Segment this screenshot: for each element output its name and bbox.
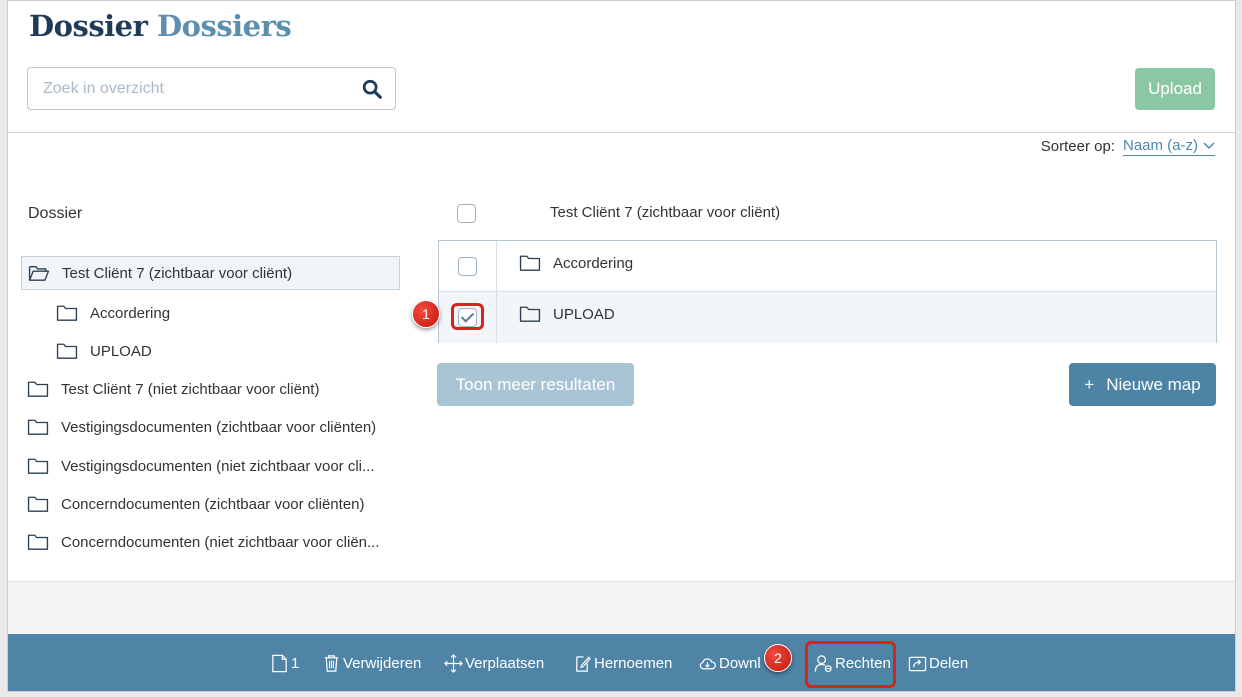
edit-document-icon — [576, 656, 591, 672]
sidebar-item-concern-hidden[interactable]: Concerndocumenten (niet zichtbaar voor c… — [27, 525, 380, 559]
chevron-down-icon — [1203, 141, 1215, 149]
move-label: Verplaatsen — [465, 655, 545, 672]
table-row[interactable]: Accordering — [439, 241, 1216, 292]
folder-icon — [56, 305, 78, 321]
row-name-cell[interactable]: UPLOAD — [519, 305, 615, 323]
rename-label: Hernoemen — [594, 655, 673, 672]
move-button[interactable]: Verplaatsen — [444, 634, 545, 691]
delete-button[interactable]: Verwijderen — [322, 634, 422, 691]
sidebar-item-accordering[interactable]: Accordering — [56, 296, 170, 330]
plus-icon: + — [1084, 374, 1095, 394]
folder-icon — [519, 255, 541, 271]
row-check-cell — [439, 241, 497, 291]
folder-icon — [519, 306, 541, 322]
row-checkbox[interactable] — [458, 257, 477, 276]
new-folder-button[interactable]: + Nieuwe map — [1069, 363, 1216, 406]
select-all-checkbox[interactable] — [457, 204, 476, 223]
row-name-cell[interactable]: Accordering — [519, 254, 633, 272]
sidebar-item-upload[interactable]: UPLOAD — [56, 334, 152, 368]
folder-icon — [27, 419, 49, 435]
folder-icon — [56, 343, 78, 359]
sidebar-item-vestiging-hidden[interactable]: Vestigingsdocumenten (niet zichtbaar voo… — [27, 449, 375, 483]
sidebar-item-test-client-7-visible[interactable]: Test Cliënt 7 (zichtbaar voor cliënt) — [21, 256, 400, 290]
sidebar-heading: Dossier — [28, 205, 83, 222]
row-name: UPLOAD — [553, 305, 615, 323]
new-folder-label: Nieuwe map — [1106, 374, 1201, 394]
annotation-badge-2: 2 — [764, 644, 792, 672]
sidebar-item-label: Test Cliënt 7 (zichtbaar voor cliënt) — [62, 264, 293, 282]
folder-open-icon — [28, 266, 50, 281]
sidebar-item-vestiging-visible[interactable]: Vestigingsdocumenten (zichtbaar voor cli… — [27, 410, 376, 444]
share-icon — [908, 656, 927, 672]
list-header-title: Test Cliënt 7 (zichtbaar voor cliënt) — [550, 204, 781, 221]
cloud-download-icon — [699, 658, 716, 670]
delete-label: Verwijderen — [343, 655, 422, 672]
divider — [8, 132, 1235, 133]
sidebar-item-label: Concerndocumenten (niet zichtbaar voor c… — [61, 533, 380, 551]
page-title-part2: Dossiers — [157, 9, 292, 43]
sidebar-item-label: Concerndocumenten (zichtbaar voor cliënt… — [61, 495, 365, 513]
annotation-highlight-rights — [805, 641, 896, 688]
annotation-highlight-checkbox — [451, 303, 484, 330]
sort-control: Sorteer op: Naam (a-z) — [1041, 137, 1215, 156]
selected-count-value: 1 — [291, 655, 300, 672]
page-title: Dossier Dossiers — [29, 9, 292, 43]
folder-table: Accordering UPLOAD — [438, 240, 1217, 343]
app-window: Dossier Dossiers Upload Sorteer op: Naam… — [7, 0, 1236, 692]
folder-icon — [27, 534, 49, 550]
selected-count: 1 — [270, 634, 300, 691]
search-box — [27, 67, 396, 110]
folder-icon — [27, 458, 49, 474]
folder-icon — [27, 496, 49, 512]
sort-dropdown[interactable]: Naam (a-z) — [1122, 137, 1215, 156]
trash-icon — [324, 655, 339, 672]
sort-label: Sorteer op: — [1040, 138, 1115, 155]
rename-button[interactable]: Hernoemen — [573, 634, 673, 691]
show-more-button[interactable]: Toon meer resultaten — [437, 363, 634, 406]
sidebar-item-label: UPLOAD — [90, 342, 152, 360]
download-label: Downl — [719, 655, 761, 672]
row-name: Accordering — [553, 254, 634, 272]
sidebar-item-label: Test Cliënt 7 (niet zichtbaar voor cliën… — [61, 380, 320, 398]
sort-value: Naam (a-z) — [1122, 137, 1198, 154]
folder-icon — [27, 381, 49, 397]
share-button[interactable]: Delen — [908, 634, 969, 691]
download-button[interactable]: Downl — [698, 634, 761, 691]
sidebar-item-test-client-7-hidden[interactable]: Test Cliënt 7 (niet zichtbaar voor cliën… — [27, 372, 319, 406]
page-title-part1: Dossier — [29, 9, 148, 43]
sidebar-item-label: Vestigingsdocumenten (niet zichtbaar voo… — [61, 457, 375, 475]
table-row[interactable]: UPLOAD — [439, 292, 1216, 343]
annotation-badge-1: 1 — [412, 300, 440, 328]
action-toolbar: 1 Verwijderen Verplaatsen Hernoemen Down… — [8, 634, 1235, 691]
footer-spacer — [8, 581, 1235, 634]
search-icon[interactable] — [361, 78, 383, 100]
document-icon — [272, 654, 287, 673]
list-header: Test Cliënt 7 (zichtbaar voor cliënt) — [438, 199, 1216, 229]
sidebar-item-concern-visible[interactable]: Concerndocumenten (zichtbaar voor cliënt… — [27, 487, 365, 521]
upload-button[interactable]: Upload — [1135, 68, 1215, 110]
sidebar-item-label: Vestigingsdocumenten (zichtbaar voor cli… — [61, 418, 377, 436]
sidebar-item-label: Accordering — [90, 304, 171, 322]
move-arrows-icon — [444, 654, 463, 673]
share-label: Delen — [929, 655, 969, 672]
search-input[interactable] — [28, 68, 348, 109]
